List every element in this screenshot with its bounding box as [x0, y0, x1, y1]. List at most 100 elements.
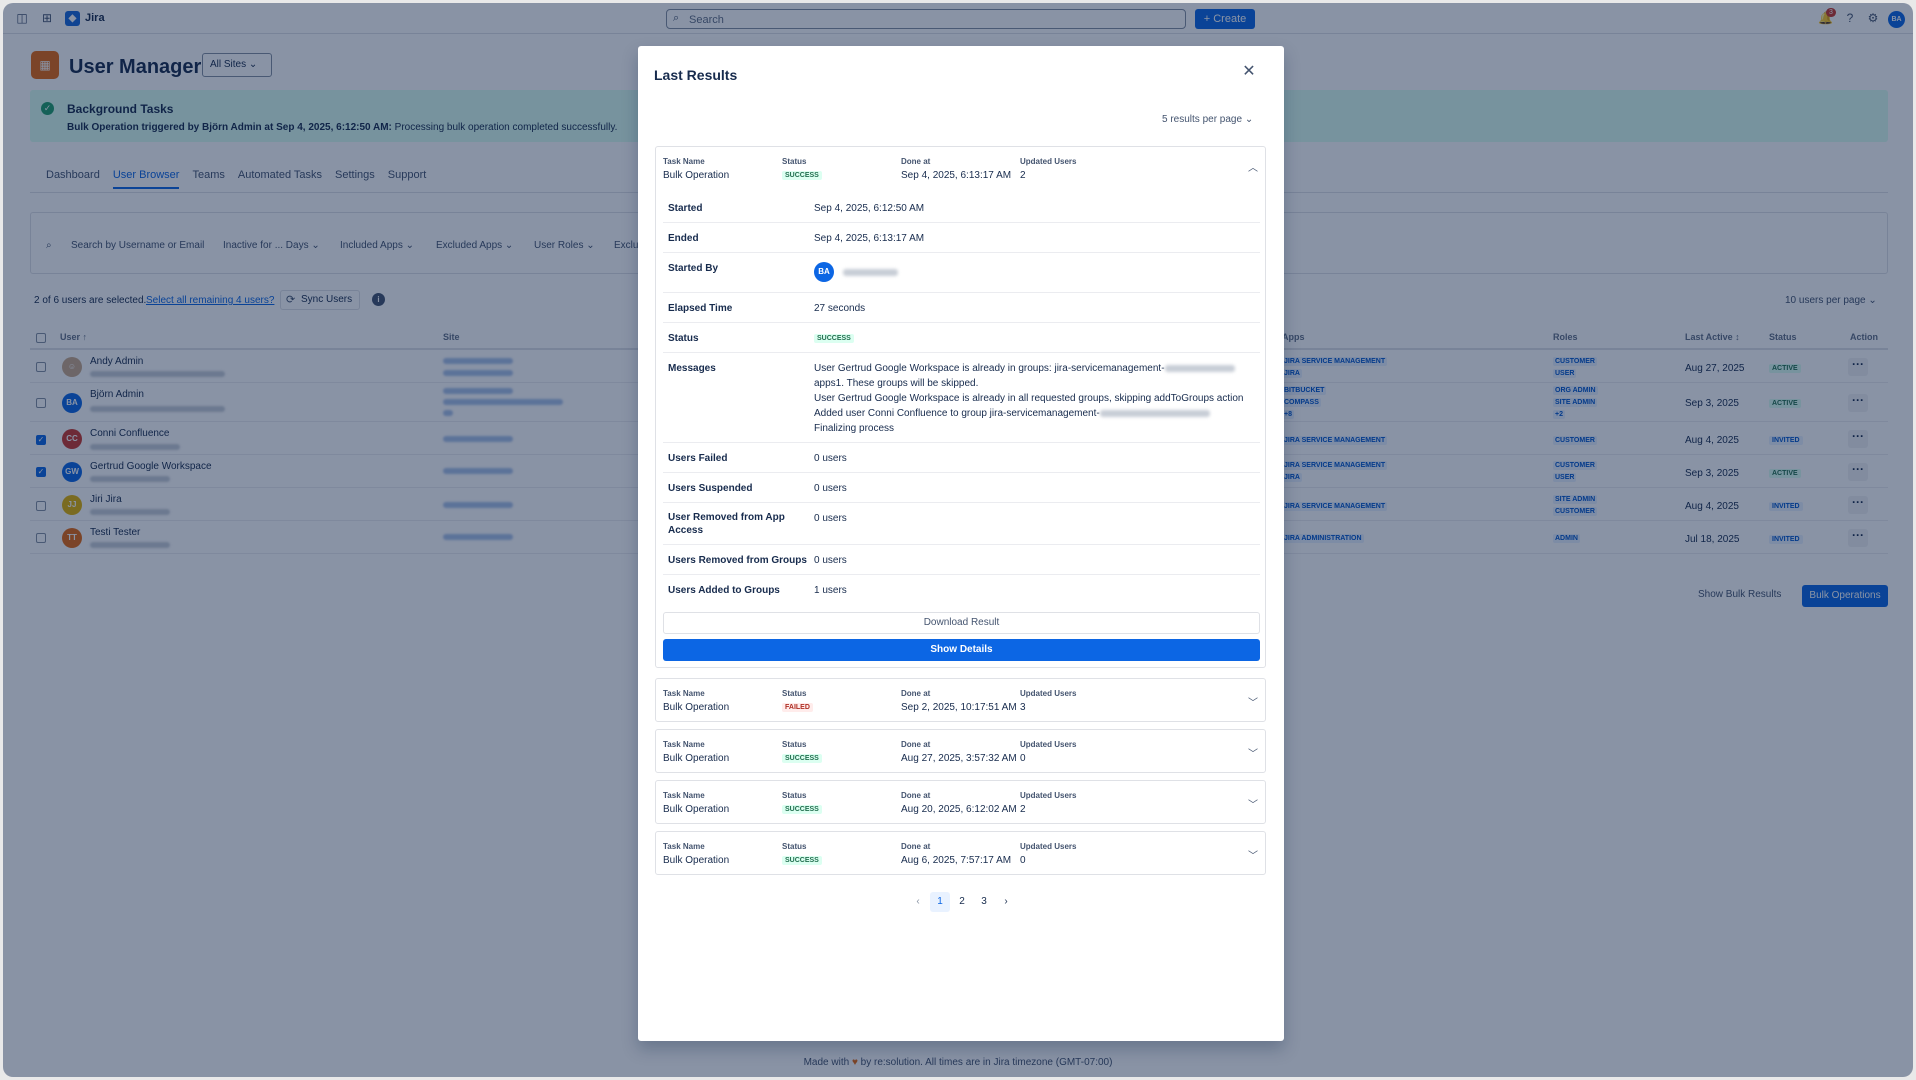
results-per-page-select[interactable]: 5 results per page ⌄ [1162, 114, 1253, 125]
message-line: apps1. These groups will be skipped. [814, 378, 979, 389]
page-2-button[interactable]: 2 [952, 892, 972, 912]
task-card-expanded: Task Name Bulk Operation Status SUCCESS … [655, 146, 1266, 668]
updated-users-label: Updated Users [1020, 842, 1077, 851]
status-badge: SUCCESS [782, 754, 822, 763]
status-badge: FAILED [782, 703, 813, 712]
close-icon[interactable]: ✕ [1239, 62, 1259, 82]
updated-users: 3 [1020, 702, 1026, 713]
done-at-label: Done at [901, 689, 931, 698]
done-at-label: Done at [901, 157, 931, 166]
done-at: Sep 4, 2025, 6:13:17 AM [901, 170, 1012, 181]
chevron-up-icon[interactable]: ︿ [1248, 159, 1258, 174]
updated-users-label: Updated Users [1020, 791, 1077, 800]
page-3-button[interactable]: 3 [974, 892, 994, 912]
done-at: Aug 20, 2025, 6:12:02 AM [901, 804, 1017, 815]
updated-users-label: Updated Users [1020, 740, 1077, 749]
detail-row-added-groups: Users Added to Groups 1 users [663, 575, 1260, 605]
status-label: Status [782, 842, 807, 851]
messages-list: User Gertrud Google Workspace is already… [814, 361, 1254, 436]
status-badge: SUCCESS [782, 171, 822, 180]
avatar: BA [814, 262, 834, 282]
updated-users: 0 [1020, 753, 1026, 764]
chevron-down-icon[interactable]: ﹀ [1248, 694, 1258, 709]
task-name: Bulk Operation [663, 702, 730, 713]
detail-key: Users Suspended [668, 483, 753, 494]
previous-page-button[interactable]: ‹ [908, 892, 928, 912]
detail-row-messages: Messages User Gertrud Google Workspace i… [663, 353, 1260, 443]
task-name: Bulk Operation [663, 804, 730, 815]
task-card[interactable]: Task Name Bulk Operation Status SUCCESS Do… [655, 729, 1266, 773]
done-at: Aug 27, 2025, 3:57:32 AM [901, 753, 1017, 764]
detail-row-removed-app: User Removed from App Access 0 users [663, 503, 1260, 545]
message-line: Finalizing process [814, 423, 895, 434]
detail-value: 27 seconds [814, 303, 866, 314]
message-line: Added user Conni Confluence to group jir… [814, 406, 1254, 421]
detail-value: 0 users [814, 555, 847, 566]
last-results-modal: Last Results ✕ 5 results per page ⌄ Task… [638, 46, 1284, 1041]
detail-value: BA [814, 262, 898, 282]
message-text: Added user Conni Confluence to group jir… [814, 408, 1100, 419]
task-name-label: Task Name [663, 842, 705, 851]
detail-row-status: Status SUCCESS [663, 323, 1260, 353]
updated-users: 2 [1020, 170, 1026, 181]
updated-users-label: Updated Users [1020, 157, 1077, 166]
chevron-down-icon[interactable]: ﹀ [1248, 796, 1258, 811]
detail-key: Started [668, 203, 703, 214]
detail-key: Users Removed from Groups [668, 555, 807, 566]
updated-users: 2 [1020, 804, 1026, 815]
page-1-button[interactable]: 1 [930, 892, 950, 912]
task-name: Bulk Operation [663, 753, 730, 764]
status-badge: SUCCESS [782, 856, 822, 865]
detail-key: Users Added to Groups [668, 585, 780, 596]
chevron-down-icon[interactable]: ﹀ [1248, 847, 1258, 862]
task-name: Bulk Operation [663, 855, 730, 866]
updated-users: 0 [1020, 855, 1026, 866]
task-name: Bulk Operation [663, 170, 730, 181]
detail-value: Sep 4, 2025, 6:13:17 AM [814, 233, 925, 244]
detail-key: Elapsed Time [668, 303, 733, 314]
chevron-down-icon[interactable]: ﹀ [1248, 745, 1258, 760]
download-result-button[interactable]: Download Result [663, 612, 1260, 634]
user-name-redacted [842, 268, 898, 276]
done-at-label: Done at [901, 791, 931, 800]
task-name-label: Task Name [663, 157, 705, 166]
status-label: Status [782, 157, 807, 166]
done-at-label: Done at [901, 842, 931, 851]
task-card[interactable]: Task Name Bulk Operation Status FAILED Don… [655, 678, 1266, 722]
detail-key: Ended [668, 233, 699, 244]
status-badge: SUCCESS [814, 334, 854, 343]
detail-row-ended: Ended Sep 4, 2025, 6:13:17 AM [663, 223, 1260, 253]
detail-value: SUCCESS [814, 329, 854, 343]
done-at: Sep 2, 2025, 10:17:51 AM [901, 702, 1017, 713]
done-at: Aug 6, 2025, 7:57:17 AM [901, 855, 1012, 866]
detail-row-elapsed: Elapsed Time 27 seconds [663, 293, 1260, 323]
app-window: ◫ ⊞ ◆ Jira ⌕ Search + Create 🔔 3 ? ⚙ BA … [3, 3, 1913, 1077]
show-details-button[interactable]: Show Details [663, 639, 1260, 661]
detail-row-removed-groups: Users Removed from Groups 0 users [663, 545, 1260, 575]
message-line: User Gertrud Google Workspace is already… [814, 393, 1244, 404]
task-card[interactable]: Task Name Bulk Operation Status SUCCESS Do… [655, 780, 1266, 824]
task-name-label: Task Name [663, 689, 705, 698]
detail-value: 0 users [814, 513, 847, 524]
modal-title: Last Results [654, 67, 738, 83]
redacted [1099, 409, 1210, 417]
next-page-button[interactable]: › [996, 892, 1016, 912]
task-name-label: Task Name [663, 791, 705, 800]
redacted [1164, 364, 1235, 372]
task-name-label: Task Name [663, 740, 705, 749]
pagination: ‹ 1 2 3 › [908, 892, 1016, 912]
detail-key: User Removed from App Access [668, 512, 785, 536]
detail-key: Started By [668, 263, 719, 274]
detail-row-suspended: Users Suspended 0 users [663, 473, 1260, 503]
status-badge: SUCCESS [782, 805, 822, 814]
detail-value: Sep 4, 2025, 6:12:50 AM [814, 203, 925, 214]
detail-key: Messages [668, 363, 716, 374]
detail-key: Users Failed [668, 453, 728, 464]
detail-key: Status [668, 333, 699, 344]
detail-row-started-by: Started By BA [663, 253, 1260, 293]
message-line: User Gertrud Google Workspace is already… [814, 361, 1254, 376]
task-card[interactable]: Task Name Bulk Operation Status SUCCESS Do… [655, 831, 1266, 875]
detail-value: 1 users [814, 585, 847, 596]
status-label: Status [782, 689, 807, 698]
status-label: Status [782, 791, 807, 800]
